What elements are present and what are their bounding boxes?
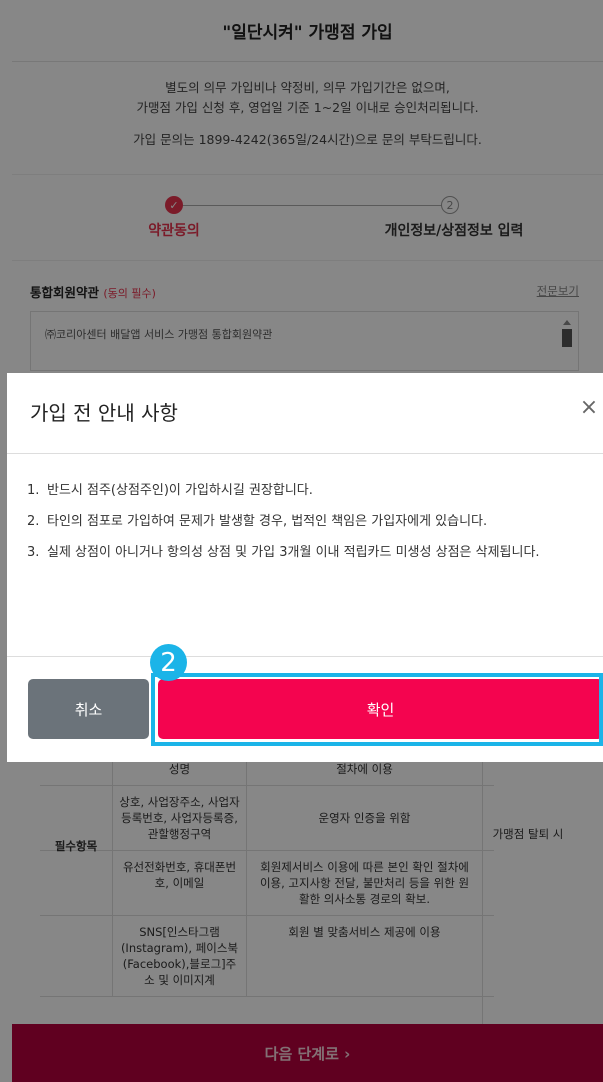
list-item: 2. 타인의 점포로 가입하여 문제가 발생할 경우, 법적인 책임은 가입자에… xyxy=(27,512,599,532)
signup-notice-modal: 가입 전 안내 사항 × 1. 반드시 점주(상점주인)이 가입하시길 권장합니… xyxy=(7,373,603,762)
step-annotation-badge: 2 xyxy=(150,644,187,681)
confirm-highlight-frame xyxy=(151,673,603,746)
notice-number: 1. xyxy=(27,483,40,498)
cancel-button[interactable]: 취소 xyxy=(28,679,149,739)
list-item: 3. 실제 상점이 아니거나 항의성 상점 및 가입 3개월 이내 적립카드 미… xyxy=(27,543,599,563)
modal-divider xyxy=(7,453,603,454)
notice-text: 타인의 점포로 가입하여 문제가 발생할 경우, 법적인 책임은 가입자에게 있… xyxy=(47,514,488,529)
modal-footer-divider xyxy=(7,656,603,657)
notice-number: 2. xyxy=(27,514,40,529)
notice-number: 3. xyxy=(27,545,40,560)
notice-text: 실제 상점이 아니거나 항의성 상점 및 가입 3개월 이내 적립카드 미생성 … xyxy=(47,545,540,560)
modal-title: 가입 전 안내 사항 xyxy=(30,401,178,425)
notice-list: 1. 반드시 점주(상점주인)이 가입하시길 권장합니다. 2. 타인의 점포로… xyxy=(27,481,599,574)
list-item: 1. 반드시 점주(상점주인)이 가입하시길 권장합니다. xyxy=(27,481,599,501)
close-icon[interactable]: × xyxy=(577,395,601,420)
notice-text: 반드시 점주(상점주인)이 가입하시길 권장합니다. xyxy=(47,483,313,498)
